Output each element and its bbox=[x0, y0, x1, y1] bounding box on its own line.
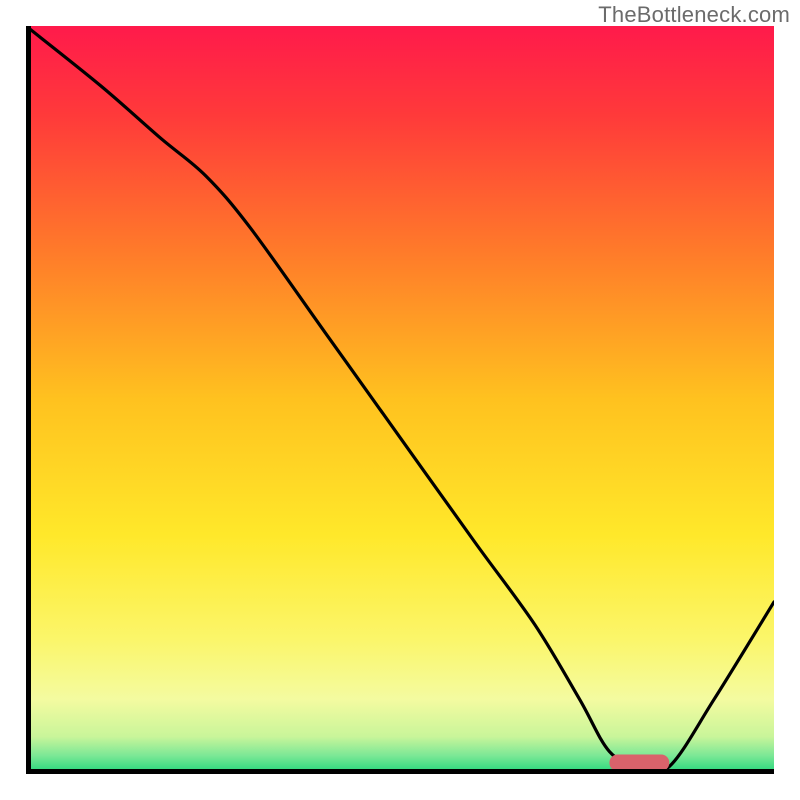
optimal-range-marker bbox=[609, 755, 669, 771]
plot-area bbox=[26, 26, 774, 774]
gradient-background bbox=[26, 26, 774, 774]
watermark-text: TheBottleneck.com bbox=[598, 2, 790, 28]
chart-svg bbox=[26, 26, 774, 774]
chart-container: TheBottleneck.com bbox=[0, 0, 800, 800]
